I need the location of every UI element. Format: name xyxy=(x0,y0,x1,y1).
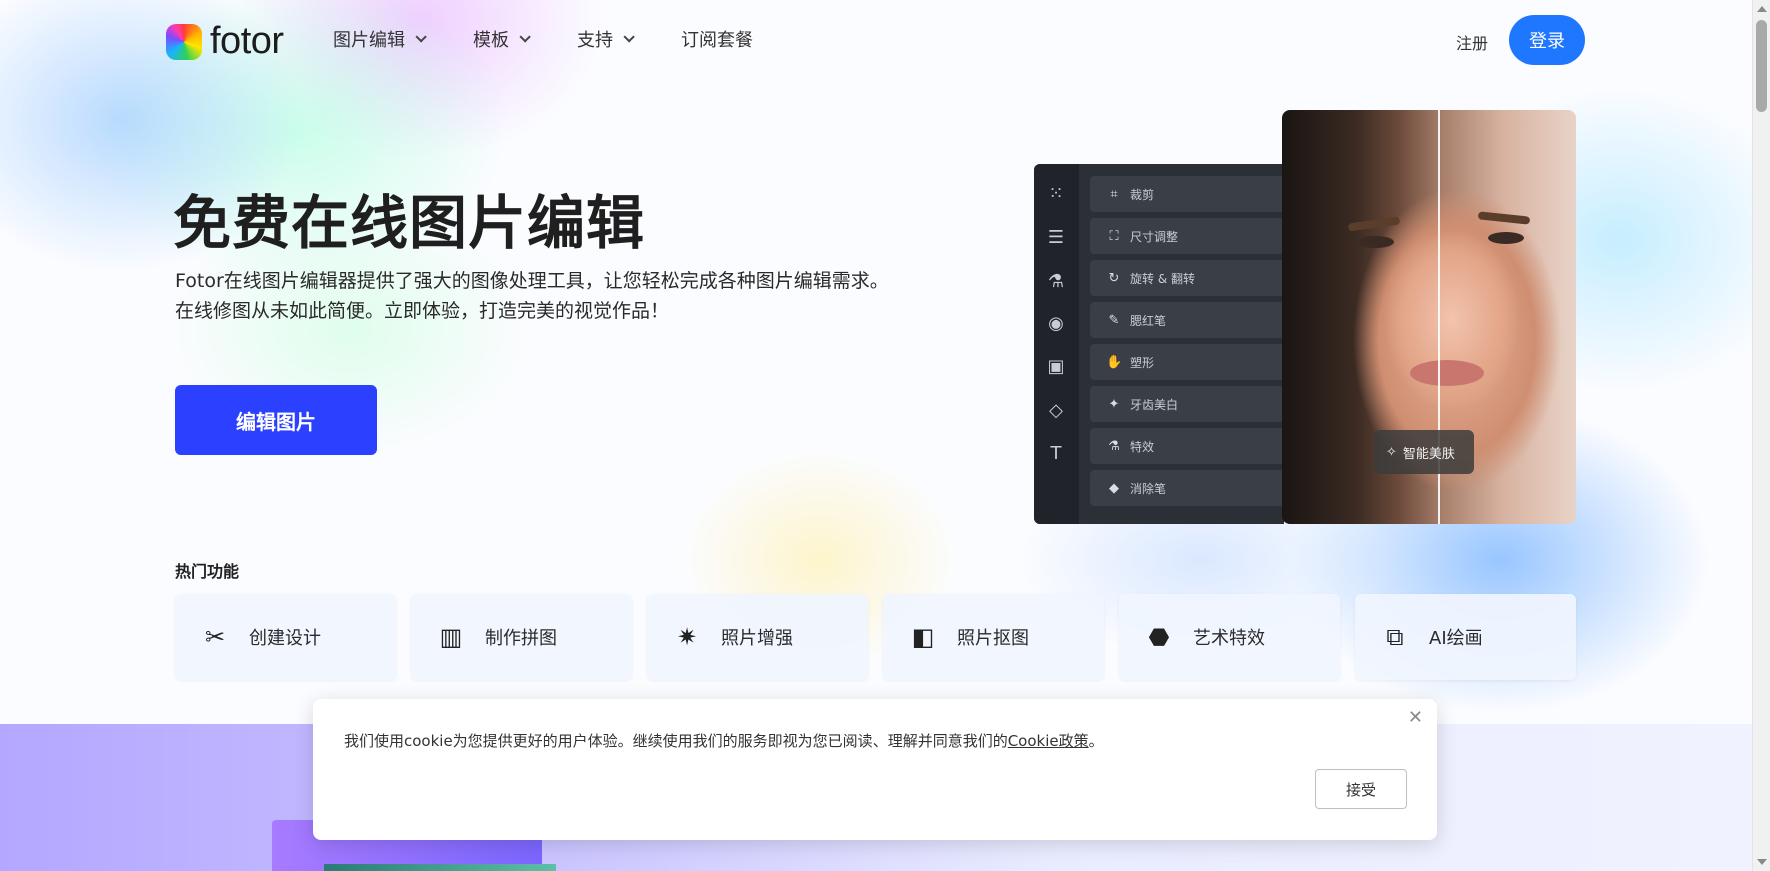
page: fotor 图片编辑 模板 支持 订阅套餐 注册 登录 免费在线图片编辑 Fot… xyxy=(0,0,1752,871)
page-scrollbar[interactable] xyxy=(1752,0,1770,871)
hero-title: 免费在线图片编辑 xyxy=(173,189,646,257)
tool-reshape: ✋ 塑形 xyxy=(1090,344,1284,380)
nav-item-support[interactable]: 支持 xyxy=(577,26,635,52)
login-button[interactable]: 登录 xyxy=(1509,15,1585,65)
feature-create-design[interactable]: ✂ 创建设计 xyxy=(175,594,396,680)
nav-label: 订阅套餐 xyxy=(681,30,753,51)
nav-item-pricing[interactable]: 订阅套餐 xyxy=(681,26,753,52)
tool-eraser: ◆ 消除笔 xyxy=(1090,470,1284,506)
reshape-icon: ✋ xyxy=(1106,354,1123,370)
tool-rotate: ↻ 旋转 & 翻转 xyxy=(1090,260,1284,296)
header: fotor 图片编辑 模板 支持 订阅套餐 注册 登录 xyxy=(0,0,1752,80)
feature-label: 创建设计 xyxy=(249,628,321,649)
feature-enhance[interactable]: ✷ 照片增强 xyxy=(647,594,868,680)
feature-label: AI绘画 xyxy=(1429,628,1483,649)
tool-blush: ✎ 腮红笔 xyxy=(1090,302,1284,338)
scroll-up-arrow-icon[interactable] xyxy=(1757,6,1767,12)
cookie-text: 我们使用cookie为您提供更好的用户体验。继续使用我们的服务即视为您已阅读、理… xyxy=(344,730,1104,751)
nav-label: 模板 xyxy=(473,30,509,51)
design-tools-icon: ✂ xyxy=(204,623,226,651)
cookie-policy-link[interactable]: Cookie政策 xyxy=(1008,732,1089,750)
cutout-icon: ◧ xyxy=(911,623,935,651)
hero-description-line: Fotor在线图片编辑器提供了强大的图像处理工具，让您轻松完成各种图片编辑需求。 xyxy=(175,270,889,292)
edit-photo-button[interactable]: 编辑图片 xyxy=(175,385,377,455)
flask-icon: ⚗ xyxy=(1047,271,1065,292)
art-effect-icon: ⬣ xyxy=(1148,623,1170,651)
scrollbar-thumb[interactable] xyxy=(1756,20,1767,112)
nav-label: 图片编辑 xyxy=(333,30,405,51)
logo[interactable]: fotor xyxy=(166,20,284,63)
editor-rail: ⁙ ☰ ⚗ ◉ ▣ ◇ T xyxy=(1034,164,1079,524)
chevron-down-icon xyxy=(519,31,531,43)
blush-brush-icon: ✎ xyxy=(1108,312,1120,328)
feature-label: 制作拼图 xyxy=(485,628,557,649)
fotor-logo-icon xyxy=(166,23,202,60)
hero-description: Fotor在线图片编辑器提供了强大的图像处理工具，让您轻松完成各种图片编辑需求。… xyxy=(175,266,895,326)
feature-collage[interactable]: ▥ 制作拼图 xyxy=(411,594,632,680)
tool-teeth: ✦ 牙齿美白 xyxy=(1090,386,1284,422)
magic-wand-icon: ✧ xyxy=(1386,444,1397,460)
smart-skin-badge: ✧ 智能美肤 xyxy=(1374,430,1474,474)
resize-icon: ⛶ xyxy=(1109,228,1119,244)
sparkle-enhance-icon: ✷ xyxy=(676,623,698,651)
cookie-suffix: 。 xyxy=(1088,732,1104,750)
cookie-banner: 我们使用cookie为您提供更好的用户体验。继续使用我们的服务即视为您已阅读、理… xyxy=(313,699,1437,840)
scroll-down-arrow-icon[interactable] xyxy=(1757,859,1767,865)
feature-label: 照片抠图 xyxy=(957,628,1029,649)
hero-description-line: 在线修图从未如此简便。立即体验，打造完美的视觉作品！ xyxy=(175,300,670,322)
tool-label: 牙齿美白 xyxy=(1130,397,1179,412)
cookie-message: 我们使用cookie为您提供更好的用户体验。继续使用我们的服务即视为您已阅读、理… xyxy=(344,732,1008,750)
photo-eye xyxy=(1488,232,1524,244)
feature-label: 照片增强 xyxy=(721,628,793,649)
feature-cutout[interactable]: ◧ 照片抠图 xyxy=(883,594,1104,680)
text-icon: T xyxy=(1050,443,1062,464)
tool-effects: ⚗ 特效 xyxy=(1090,428,1284,464)
close-icon[interactable]: ✕ xyxy=(1408,707,1423,728)
effect-icon: ⚗ xyxy=(1108,438,1120,454)
hot-features-list: ✂ 创建设计 ▥ 制作拼图 ✷ 照片增强 ◧ 照片抠图 ⬣ 艺术特效 ⧉ AI绘… xyxy=(175,594,1576,680)
signup-link[interactable]: 注册 xyxy=(1456,30,1488,54)
tool-crop: ⌗ 裁剪 xyxy=(1090,176,1284,212)
tool-label: 特效 xyxy=(1130,439,1155,454)
chevron-down-icon xyxy=(415,31,427,43)
logo-text: fotor xyxy=(210,20,284,62)
rotate-icon: ↻ xyxy=(1108,270,1120,286)
feature-label: 艺术特效 xyxy=(1193,628,1265,649)
editor-preview: ⁙ ☰ ⚗ ◉ ▣ ◇ T ⌗ 裁剪 ⛶ 尺寸调整 ↻ 旋转 & 翻转 ✎ 腮红… xyxy=(1034,164,1284,524)
crop-icon: ⌗ xyxy=(1110,186,1118,202)
feature-art-effects[interactable]: ⬣ 艺术特效 xyxy=(1119,594,1340,680)
tooth-icon: ✦ xyxy=(1108,396,1120,412)
frame-icon: ▣ xyxy=(1047,356,1065,377)
eye-icon: ◉ xyxy=(1048,313,1064,334)
tool-label: 腮红笔 xyxy=(1130,313,1167,328)
main-nav: 图片编辑 模板 支持 订阅套餐 xyxy=(333,26,803,52)
photo-eyebrow xyxy=(1477,211,1531,225)
tool-resize: ⛶ 尺寸调整 xyxy=(1090,218,1284,254)
eraser-icon: ◆ xyxy=(1109,480,1119,496)
accept-cookie-button[interactable]: 接受 xyxy=(1315,769,1407,809)
tool-label: 裁剪 xyxy=(1130,187,1155,202)
tool-label: 尺寸调整 xyxy=(1130,229,1179,244)
grid-icon: ⁙ xyxy=(1048,183,1064,204)
chevron-down-icon xyxy=(623,31,635,43)
shapes-icon: ◇ xyxy=(1049,400,1063,421)
badge-label: 智能美肤 xyxy=(1402,446,1455,462)
template-thumbnail-image xyxy=(324,864,556,871)
feature-ai-painting[interactable]: ⧉ AI绘画 xyxy=(1355,594,1576,680)
nav-item-templates[interactable]: 模板 xyxy=(473,26,531,52)
collage-icon: ▥ xyxy=(439,623,463,651)
sliders-icon: ☰ xyxy=(1047,227,1065,248)
tool-label: 塑形 xyxy=(1130,355,1155,370)
tool-label: 消除笔 xyxy=(1130,481,1167,496)
photo-lips xyxy=(1410,360,1484,386)
photo-eye xyxy=(1358,236,1394,248)
nav-item-photo-editing[interactable]: 图片编辑 xyxy=(333,26,427,52)
tool-label: 旋转 & 翻转 xyxy=(1130,271,1195,286)
nav-label: 支持 xyxy=(577,30,613,51)
photo-eyebrow xyxy=(1347,216,1401,232)
ai-paint-icon: ⧉ xyxy=(1386,623,1404,651)
hot-features-title: 热门功能 xyxy=(175,562,240,581)
